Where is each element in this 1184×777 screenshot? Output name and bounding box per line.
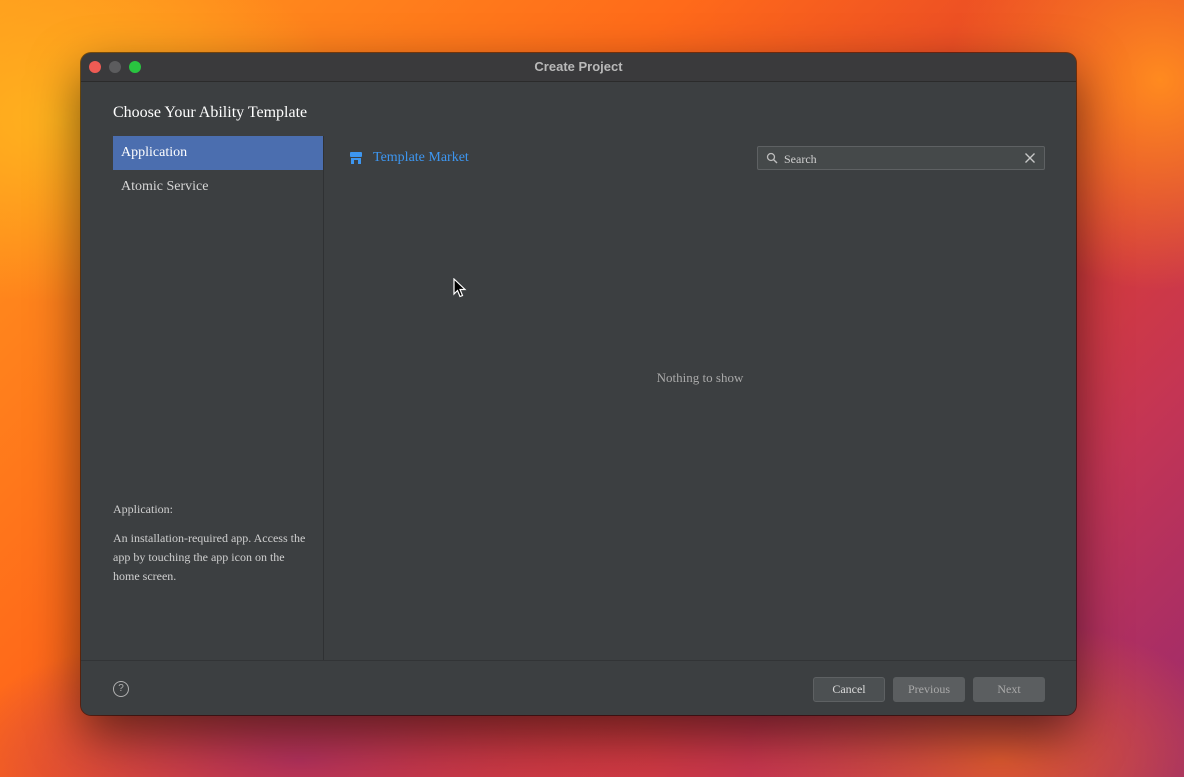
template-market-label: Template Market bbox=[373, 150, 469, 165]
next-button[interactable]: Next bbox=[973, 677, 1045, 702]
create-project-dialog: Create Project Choose Your Ability Templ… bbox=[81, 53, 1076, 715]
title-bar: Create Project bbox=[81, 53, 1076, 82]
store-icon bbox=[350, 152, 362, 164]
description-title: Application: bbox=[113, 502, 173, 516]
empty-state-message: Nothing to show bbox=[656, 370, 744, 385]
search-field[interactable] bbox=[757, 146, 1045, 170]
sidebar-item-application[interactable]: Application bbox=[113, 136, 323, 170]
dialog-footer: ? Cancel Previous Next bbox=[81, 660, 1076, 715]
help-icon[interactable]: ? bbox=[113, 681, 129, 697]
search-icon bbox=[766, 152, 778, 164]
description-text: An installation-required app. Access the… bbox=[113, 531, 306, 583]
page-title: Choose Your Ability Template bbox=[113, 104, 308, 121]
previous-button[interactable]: Previous bbox=[893, 677, 965, 702]
search-input[interactable] bbox=[782, 149, 1016, 169]
cancel-button[interactable]: Cancel bbox=[813, 677, 885, 702]
sidebar-item-atomic-service[interactable]: Atomic Service bbox=[113, 170, 323, 204]
clear-search-icon[interactable] bbox=[1024, 152, 1036, 164]
template-market-link[interactable]: Template Market bbox=[349, 150, 469, 166]
window-title: Create Project bbox=[534, 59, 623, 74]
mouse-pointer-icon bbox=[453, 278, 467, 298]
